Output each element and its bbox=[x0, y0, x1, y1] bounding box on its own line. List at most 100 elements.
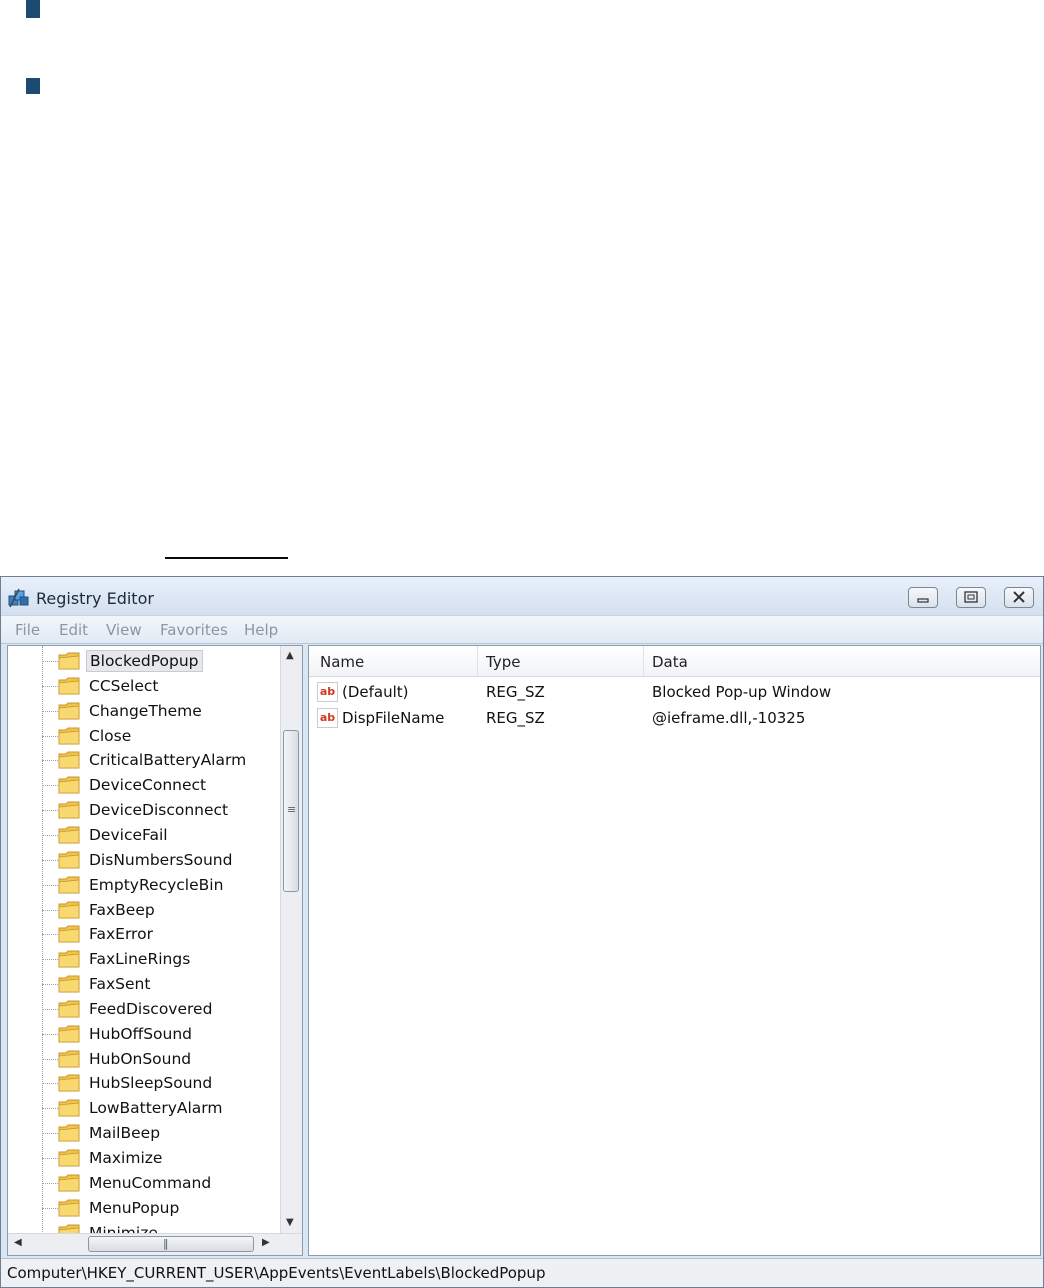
tree-item[interactable]: HubOffSound bbox=[8, 1022, 282, 1046]
tree-item[interactable]: HubOnSound bbox=[8, 1047, 282, 1071]
tree-item[interactable]: ChangeTheme bbox=[8, 699, 282, 723]
folder-icon bbox=[58, 900, 80, 919]
tree-item-label: Maximize bbox=[89, 1149, 163, 1167]
column-divider[interactable] bbox=[477, 646, 478, 676]
tree-connector bbox=[42, 884, 58, 886]
tree-connector bbox=[42, 735, 58, 737]
scroll-left-icon[interactable]: ◀ bbox=[14, 1237, 22, 1248]
menu-edit[interactable]: Edit bbox=[59, 621, 88, 639]
value-row[interactable]: ab (Default) REG_SZ Blocked Pop-up Windo… bbox=[309, 680, 1040, 706]
grip-icon: ‖ bbox=[163, 1237, 169, 1250]
value-data: Blocked Pop-up Window bbox=[652, 683, 832, 701]
scroll-right-icon[interactable]: ▶ bbox=[262, 1237, 270, 1248]
underline bbox=[165, 557, 288, 559]
tree-item-label: Close bbox=[89, 726, 132, 745]
tree-item[interactable]: LowBatteryAlarm bbox=[8, 1096, 282, 1120]
string-value-icon: ab bbox=[317, 682, 338, 702]
tree-item-label: CCSelect bbox=[89, 676, 159, 695]
tree-item-label: CriticalBatteryAlarm bbox=[89, 751, 247, 770]
tree-connector bbox=[42, 710, 58, 712]
tree-connector bbox=[42, 1158, 58, 1159]
tree-item[interactable]: MailBeep bbox=[8, 1121, 282, 1145]
tree-item-label: DeviceConnect bbox=[89, 776, 207, 795]
minimize-icon bbox=[917, 598, 929, 603]
tree-item-label: DeviceFail bbox=[89, 825, 168, 844]
tree-item[interactable]: EmptyRecycleBin bbox=[8, 873, 282, 897]
page-bullet bbox=[26, 78, 40, 94]
folder-icon bbox=[58, 1123, 80, 1142]
column-header-name[interactable]: Name bbox=[320, 653, 364, 671]
scroll-down-icon[interactable]: ▼ bbox=[286, 1217, 294, 1228]
tree-item[interactable]: DisNumbersSound bbox=[8, 848, 282, 872]
tree-item[interactable]: CriticalBatteryAlarm bbox=[8, 748, 282, 772]
tree-connector bbox=[42, 834, 58, 836]
tree-item-label: FaxBeep bbox=[89, 900, 155, 919]
folder-icon bbox=[58, 924, 80, 943]
tree-item[interactable]: FaxSent bbox=[8, 972, 282, 996]
scroll-thumb[interactable]: ≡ bbox=[283, 730, 299, 892]
tree-item-label: FaxSent bbox=[89, 975, 151, 994]
tree-item[interactable]: DeviceConnect bbox=[8, 773, 282, 797]
tree-item-label: MenuCommand bbox=[89, 1173, 212, 1192]
tree-item[interactable]: BlockedPopup bbox=[8, 649, 282, 673]
column-header-data[interactable]: Data bbox=[652, 653, 688, 671]
folder-icon bbox=[58, 1024, 80, 1043]
tree-item[interactable]: MenuCommand bbox=[8, 1171, 282, 1195]
restore-button[interactable] bbox=[956, 587, 986, 608]
tree-item[interactable]: DeviceDisconnect bbox=[8, 798, 282, 822]
value-row[interactable]: ab DispFileName REG_SZ @ieframe.dll,-103… bbox=[309, 706, 1040, 732]
tree-item[interactable]: MenuPopup bbox=[8, 1196, 282, 1220]
folder-icon bbox=[58, 676, 80, 695]
tree-connector bbox=[42, 1133, 58, 1135]
tree-connector bbox=[42, 909, 58, 911]
tree-item[interactable]: FaxLineRings bbox=[8, 947, 282, 971]
tree-item[interactable]: FeedDiscovered bbox=[8, 997, 282, 1021]
tree-connector bbox=[42, 1033, 58, 1035]
menu-favorites[interactable]: Favorites bbox=[160, 621, 228, 639]
menu-file[interactable]: File bbox=[15, 621, 40, 639]
scroll-up-icon[interactable]: ▲ bbox=[286, 650, 294, 661]
folder-icon bbox=[58, 1073, 80, 1092]
status-path: Computer\HKEY_CURRENT_USER\AppEvents\Eve… bbox=[7, 1264, 546, 1282]
close-button[interactable] bbox=[1004, 587, 1034, 608]
tree-item-label: HubSleepSound bbox=[89, 1074, 213, 1093]
tree-connector bbox=[42, 685, 58, 687]
folder-icon bbox=[58, 800, 80, 819]
close-icon bbox=[1013, 591, 1025, 603]
tree-item-label: MenuPopup bbox=[89, 1198, 180, 1217]
page-bullet bbox=[26, 0, 40, 18]
tree-item-label: FaxError bbox=[89, 925, 153, 944]
tree-item[interactable]: CCSelect bbox=[8, 674, 282, 698]
folder-icon bbox=[58, 1198, 80, 1217]
column-header-type[interactable]: Type bbox=[486, 653, 520, 671]
tree-list: BlockedPopup CCSelect ChangeTheme Close Crit… bbox=[8, 646, 282, 1236]
tree-connector bbox=[42, 785, 58, 787]
menu-help[interactable]: Help bbox=[244, 621, 278, 639]
tree-connector bbox=[42, 934, 58, 936]
tree-connector bbox=[42, 984, 58, 986]
restore-icon bbox=[964, 591, 978, 603]
scroll-thumb[interactable]: ‖ bbox=[88, 1236, 254, 1252]
tree-connector bbox=[42, 1083, 58, 1085]
tree-item-label: FaxLineRings bbox=[89, 950, 191, 969]
tree-vertical-scrollbar[interactable]: ▲ ≡ ▼ bbox=[280, 646, 302, 1236]
tree-horizontal-scrollbar[interactable]: ◀ ‖ ▶ bbox=[8, 1233, 302, 1255]
value-type: REG_SZ bbox=[486, 709, 545, 727]
column-divider[interactable] bbox=[643, 646, 644, 676]
menu-view[interactable]: View bbox=[106, 621, 142, 639]
folder-icon bbox=[58, 850, 80, 869]
tree-item[interactable]: FaxBeep bbox=[8, 898, 282, 922]
minimize-button[interactable] bbox=[908, 587, 938, 608]
tree-item-label: DeviceDisconnect bbox=[89, 801, 229, 820]
tree-connector bbox=[42, 1108, 58, 1110]
folder-icon bbox=[58, 726, 80, 745]
tree-item[interactable]: Maximize bbox=[8, 1146, 282, 1170]
string-value-icon: ab bbox=[317, 708, 338, 728]
tree-item[interactable]: FaxError bbox=[8, 922, 282, 946]
tree-item-label: HubOffSound bbox=[89, 1024, 193, 1043]
tree-item[interactable]: DeviceFail bbox=[8, 823, 282, 847]
tree-item[interactable]: HubSleepSound bbox=[8, 1071, 282, 1095]
folder-icon bbox=[58, 775, 80, 794]
tree-item[interactable]: Close bbox=[8, 724, 282, 748]
tree-connector bbox=[42, 1207, 58, 1209]
